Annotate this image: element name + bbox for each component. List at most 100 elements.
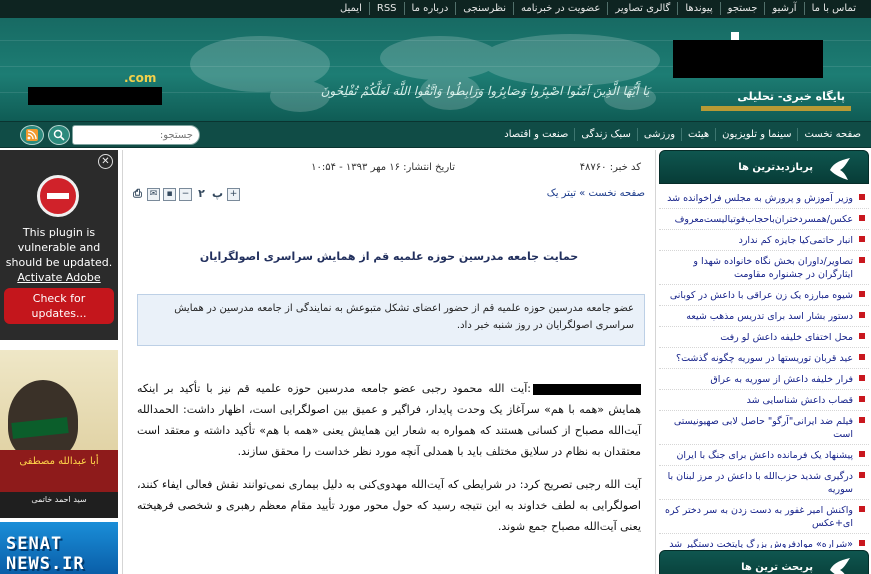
list-item[interactable]: «شراره» موادفروش بزرگ پایتخت دستگیر شد xyxy=(659,534,869,548)
top-nav-poll[interactable]: نظرسنجی xyxy=(455,2,513,15)
bullet-icon xyxy=(859,396,865,402)
news-link[interactable]: دستور بشار اسد برای تدریس مذهب شیعه xyxy=(686,311,853,322)
domain-suffix: .com xyxy=(124,71,157,85)
list-item[interactable]: عید قربان توریستها در سوریه چگونه گذشت؟ xyxy=(659,348,869,369)
search-input[interactable] xyxy=(72,125,200,145)
flash-message-line: should be updated. xyxy=(5,256,113,269)
save-icon[interactable]: ▪ xyxy=(163,187,176,201)
news-link[interactable]: محل اختفای خلیفه داعش لو رفت xyxy=(720,332,853,343)
article-meta: کد خبر: ۴۸۷۶۰ تاریخ انتشار: ۱۶ مهر ۱۳۹۳ … xyxy=(133,162,645,178)
bullet-icon xyxy=(859,257,865,263)
font-decrease-icon[interactable]: − xyxy=(179,187,192,201)
site-header: .com يَا أَيُّهَا الَّذِينَ آمَنُوا اصْب… xyxy=(0,18,871,121)
top-nav-links[interactable]: پیوندها xyxy=(677,2,719,15)
logo-mark xyxy=(731,32,739,40)
news-link[interactable]: فیلم ضد ایرانی"آرگو" حاصل لابی صهیونیستی… xyxy=(674,416,853,440)
menu-item-heyat[interactable]: هیئت xyxy=(681,128,715,141)
top-nav-list: تماس با ما آرشیو جستجو پیوندها گالری تصا… xyxy=(333,2,863,15)
flash-plugin-notice: ✕ This plugin is vulnerable and should b… xyxy=(0,150,118,340)
news-link[interactable]: عکس/همسردختران‌باحجاب‌فوتبالیست‌معروف xyxy=(675,214,853,225)
list-item[interactable]: وزیر آموزش و پرورش به مجلس فراخوانده شد xyxy=(659,188,869,209)
close-icon[interactable]: ✕ xyxy=(98,154,113,169)
bullet-icon xyxy=(859,354,865,360)
senat-news-ad[interactable]: SENAT NEWS.IR xyxy=(0,522,118,574)
list-item[interactable]: عکس/همسردختران‌باحجاب‌فوتبالیست‌معروف xyxy=(659,209,869,230)
menu-item-home[interactable]: صفحه نخست xyxy=(797,128,867,141)
bullet-icon xyxy=(859,333,865,339)
top-nav-search[interactable]: جستجو xyxy=(719,2,765,15)
news-link[interactable]: عید قربان توریستها در سوریه چگونه گذشت؟ xyxy=(676,353,853,364)
redacted-text xyxy=(533,383,641,395)
article-body: :آیت الله محمود رجبی عضو جامعه مدرسین حو… xyxy=(137,378,641,549)
font-size-large[interactable]: پ xyxy=(211,188,224,201)
bullet-icon xyxy=(859,417,865,423)
top-navigation: تماس با ما آرشیو جستجو پیوندها گالری تصا… xyxy=(0,0,871,18)
news-link[interactable]: قصاب داعش شناسایی شد xyxy=(747,395,853,406)
bullet-icon xyxy=(859,194,865,200)
right-sidebar: پربازدیدترین ها وزیر آموزش و پرورش به مج… xyxy=(659,150,871,574)
news-link[interactable]: «شراره» موادفروش بزرگ پایتخت دستگیر شد xyxy=(669,539,853,548)
main-menu: صفحه نخست سینما و تلویزیون هیئت ورزشی سب… xyxy=(0,121,871,148)
news-link[interactable]: واکنش امیر غفور به دست زدن به سر دختر کر… xyxy=(665,505,853,529)
menu-item-cinema[interactable]: سینما و تلویزیون xyxy=(715,128,797,141)
news-link[interactable]: وزیر آموزش و پرورش به مجلس فراخوانده شد xyxy=(667,193,853,204)
rss-button[interactable] xyxy=(20,125,44,145)
event-poster-ad[interactable]: أبا عبدالله مصطفى سید احمد خاتمی xyxy=(0,350,118,518)
article-main: کد خبر: ۴۸۷۶۰ تاریخ انتشار: ۱۶ مهر ۱۳۹۳ … xyxy=(122,150,656,574)
email-icon[interactable]: ✉ xyxy=(147,187,160,201)
top-nav-newsletter[interactable]: عضویت در خبرنامه xyxy=(513,2,607,15)
menu-item-economy[interactable]: صنعت و اقتصاد xyxy=(498,128,574,141)
logo-accent-bar xyxy=(701,106,851,111)
font-increase-icon[interactable]: + xyxy=(227,187,240,201)
check-updates-button[interactable]: Check for updates... xyxy=(4,288,114,324)
bullet-icon xyxy=(859,472,865,478)
most-viewed-title: پربازدیدترین ها xyxy=(738,162,813,173)
search-button[interactable] xyxy=(48,125,70,145)
bullet-icon xyxy=(859,540,865,546)
bullet-icon xyxy=(859,506,865,512)
list-item[interactable]: محل اختفای خلیفه داعش لو رفت xyxy=(659,327,869,348)
list-item[interactable]: فرار خلیفه داعش از سوریه به عراق xyxy=(659,369,869,390)
list-item[interactable]: فیلم ضد ایرانی"آرگو" حاصل لابی صهیونیستی… xyxy=(659,411,869,445)
breadcrumb[interactable]: صفحه نخست » تیتر یک xyxy=(547,188,645,199)
menu-item-sports[interactable]: ورزشی xyxy=(636,128,681,141)
bullet-icon xyxy=(859,312,865,318)
news-link[interactable]: درگیری شدید حزب‌الله با داعش در مرز لبنا… xyxy=(668,471,853,495)
article-paragraph: :آیت الله محمود رجبی عضو جامعه مدرسین حو… xyxy=(137,378,641,462)
most-commented-title: پربحث ترین ها xyxy=(741,562,813,573)
news-link[interactable]: تصاویر/داوران بخش نگاه خانواده شهدا و ای… xyxy=(693,256,853,280)
font-size-small[interactable]: ۲ xyxy=(195,188,208,201)
publish-date: تاریخ انتشار: ۱۶ مهر ۱۳۹۳ - ۱۰:۵۴ xyxy=(311,162,455,173)
news-link[interactable]: پیشنهاد یک فرمانده داعش برای جنگ با ایرا… xyxy=(676,450,853,461)
top-nav-rss[interactable]: RSS xyxy=(368,2,404,15)
list-item[interactable]: درگیری شدید حزب‌الله با داعش در مرز لبنا… xyxy=(659,466,869,500)
news-link[interactable]: فرار خلیفه داعش از سوریه به عراق xyxy=(710,374,853,385)
bullet-icon xyxy=(859,451,865,457)
top-nav-about[interactable]: درباره ما xyxy=(403,2,456,15)
news-link[interactable]: انبار حاتمی‌کیا جایزه کم ندارد xyxy=(739,235,853,246)
list-item[interactable]: تصاویر/داوران بخش نگاه خانواده شهدا و ای… xyxy=(659,251,869,285)
list-item[interactable]: انبار حاتمی‌کیا جایزه کم ندارد xyxy=(659,230,869,251)
print-icon[interactable]: ⎙ xyxy=(131,188,144,201)
list-item[interactable]: پیشنهاد یک فرمانده داعش برای جنگ با ایرا… xyxy=(659,445,869,466)
list-item[interactable]: قصاب داعش شناسایی شد xyxy=(659,390,869,411)
most-viewed-panel: وزیر آموزش و پرورش به مجلس فراخوانده شد … xyxy=(659,188,869,548)
top-nav-gallery[interactable]: گالری تصاویر xyxy=(607,2,677,15)
flash-message-line: This plugin is xyxy=(22,226,96,239)
menu-item-lifestyle[interactable]: سبک زندگی xyxy=(574,128,636,141)
top-nav-archive[interactable]: آرشیو xyxy=(764,2,803,15)
bullet-icon xyxy=(859,375,865,381)
top-nav-email[interactable]: ایمیل xyxy=(333,2,369,15)
list-item[interactable]: شیوه مبارزه یک زن عراقی با داعش در کوبان… xyxy=(659,285,869,306)
dove-icon xyxy=(830,558,850,574)
most-viewed-list: وزیر آموزش و پرورش به مجلس فراخوانده شد … xyxy=(659,188,869,548)
list-item[interactable]: واکنش امیر غفور به دست زدن به سر دختر کر… xyxy=(659,500,869,534)
list-item[interactable]: دستور بشار اسد برای تدریس مذهب شیعه xyxy=(659,306,869,327)
site-tagline: پایگاه خبری- تحلیلی xyxy=(737,90,845,103)
top-nav-contact[interactable]: تماس با ما xyxy=(803,2,863,15)
rss-icon xyxy=(26,129,38,141)
blocked-plugin-icon xyxy=(37,175,79,217)
site-logo[interactable]: پایگاه خبری- تحلیلی xyxy=(673,26,851,118)
flash-message-line: vulnerable and xyxy=(17,241,101,254)
news-link[interactable]: شیوه مبارزه یک زن عراقی با داعش در کوبان… xyxy=(670,290,853,301)
